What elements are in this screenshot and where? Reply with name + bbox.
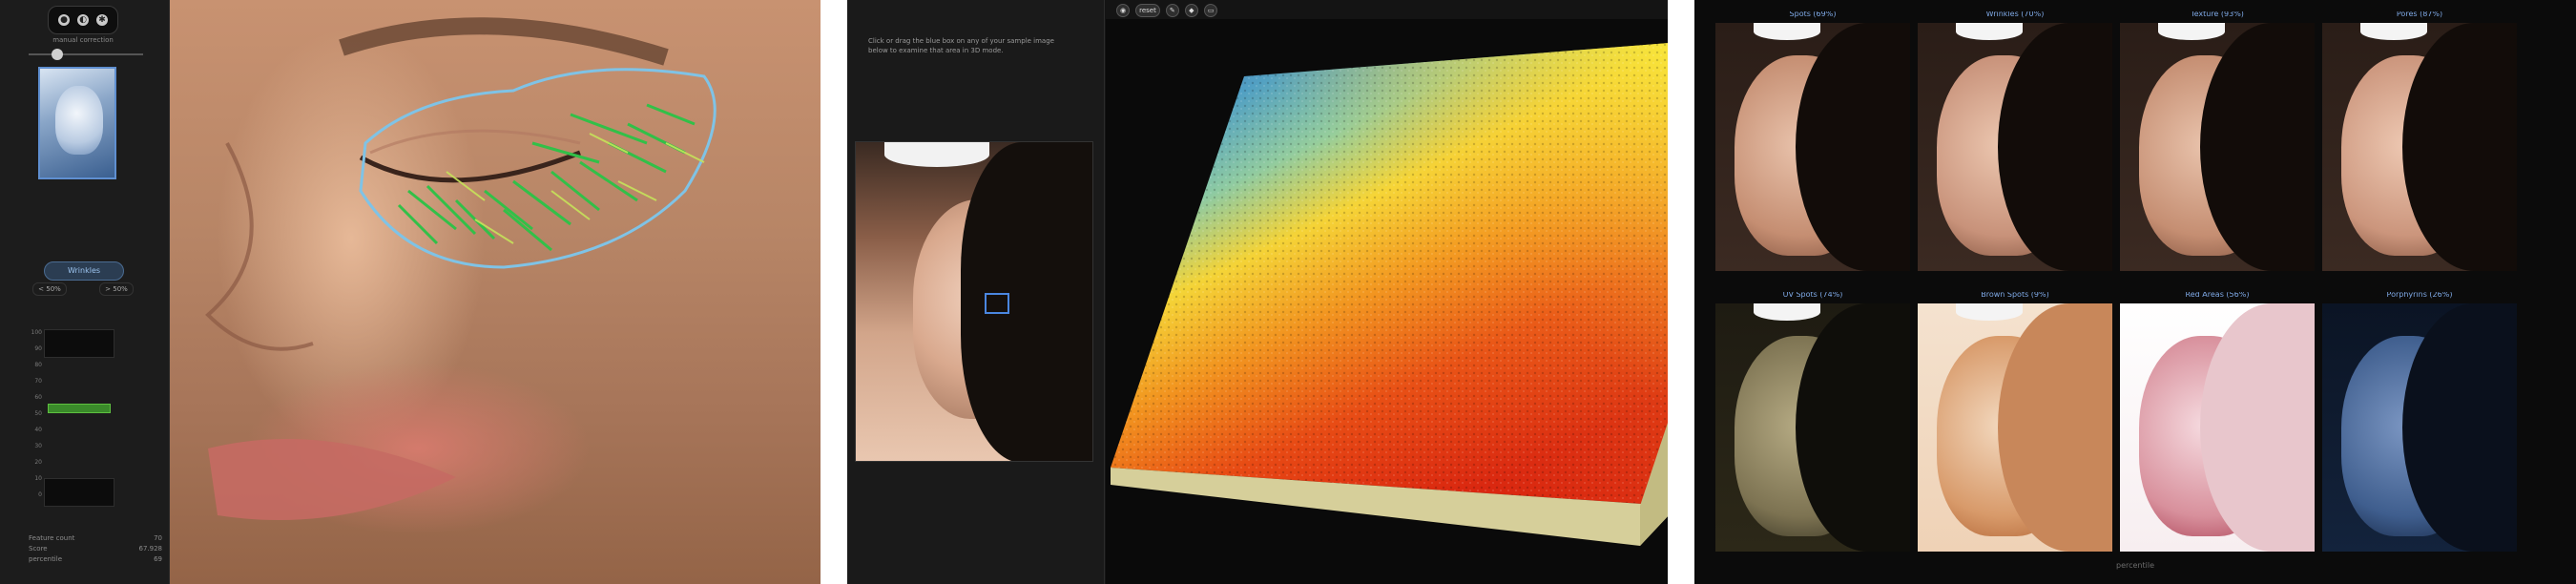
- thumbnail-face: [55, 86, 103, 155]
- tile-image: [1918, 23, 2112, 271]
- wrinkle-analysis-panel: ● ◐ ✱ manual correction Wrinkles < 50% >…: [0, 0, 821, 584]
- axis-tick: 60: [34, 394, 42, 401]
- axis-tick: 90: [34, 345, 42, 352]
- range-high-button[interactable]: > 50%: [99, 282, 134, 296]
- wrinkle-marks: [397, 103, 696, 252]
- surface-texture: [1111, 43, 1668, 506]
- sample-face-image[interactable]: [855, 141, 1093, 462]
- reset-button[interactable]: reset: [1135, 4, 1160, 17]
- tile-brown-spots[interactable]: Brown Spots (9%): [1918, 292, 2112, 552]
- sample-hair: [961, 142, 1092, 461]
- tile-label: Porphyrins (26%): [2386, 292, 2453, 299]
- axis-tick: 100: [31, 329, 42, 336]
- 3d-toolbar: ◉ reset ✎ ◆ ▭: [1116, 4, 1218, 17]
- tile-pores[interactable]: Pores (87%): [2322, 11, 2517, 271]
- eyelid: [369, 129, 581, 155]
- percentile-chart: [44, 329, 114, 507]
- tile-red-areas[interactable]: Red Areas (56%): [2120, 292, 2315, 552]
- axis-tick: 0: [38, 491, 42, 498]
- tile-porphyrins[interactable]: Porphyrins (26%): [2322, 292, 2517, 552]
- toolbar-label: manual correction: [52, 36, 114, 44]
- grid-footer: percentile: [2115, 561, 2154, 570]
- tile-label: Red Areas (56%): [2185, 292, 2250, 299]
- 3d-surface: [1111, 43, 1668, 546]
- contrast-icon[interactable]: ◐: [77, 14, 89, 26]
- wrinkle-overlay: [205, 17, 717, 520]
- range-low-button[interactable]: < 50%: [32, 282, 67, 296]
- roi-selection-box[interactable]: [985, 293, 1009, 314]
- tile-spots[interactable]: Spots (69%): [1715, 11, 1910, 271]
- tile-image: [1715, 303, 1910, 552]
- tile-label: Texture (93%): [2191, 11, 2244, 18]
- view-toolbar: ● ◐ ✱: [48, 6, 118, 34]
- stat-row: Score 67.928: [29, 545, 162, 555]
- percentile-axis: 100 90 80 70 60 50 40 30 20 10 0: [29, 329, 42, 507]
- tile-label: Wrinkles (70%): [1985, 11, 2045, 18]
- tile-image: [2120, 23, 2315, 271]
- fine-line-marks: [446, 133, 705, 244]
- chart-block-top: [44, 329, 114, 358]
- view-icon[interactable]: ◉: [1116, 4, 1131, 17]
- person-icon[interactable]: ●: [58, 14, 70, 26]
- analysis-grid: Spots (69%) Wrinkles (70%) Texture (93%): [1715, 11, 2555, 565]
- axis-tick: 80: [34, 362, 42, 368]
- wand-icon[interactable]: ✎: [1165, 4, 1179, 17]
- score-bar: [48, 404, 111, 413]
- zoom-slider-knob[interactable]: [52, 49, 63, 60]
- tile-image: [2322, 23, 2517, 271]
- lips: [208, 439, 456, 520]
- axis-tick: 50: [34, 410, 42, 417]
- headband: [2360, 23, 2427, 40]
- analysis-sidebar: ● ◐ ✱ manual correction Wrinkles < 50% >…: [0, 0, 170, 584]
- chart-block-bottom: [44, 478, 114, 507]
- stat-row: Feature count 70: [29, 534, 162, 545]
- palette-icon[interactable]: ◆: [1184, 4, 1198, 17]
- 3d-texture-panel: Click or drag the blue box on any of you…: [847, 0, 1668, 584]
- gear-icon[interactable]: ✱: [96, 14, 108, 26]
- sample-headband: [884, 142, 989, 167]
- axis-tick: 40: [34, 427, 42, 433]
- tile-image: [1715, 23, 1910, 271]
- headband: [1956, 23, 2023, 40]
- folder-icon[interactable]: ▭: [1203, 4, 1218, 17]
- tile-wrinkles[interactable]: Wrinkles (70%): [1918, 11, 2112, 271]
- tile-label: UV Spots (74%): [1782, 292, 1843, 299]
- axis-tick: 20: [34, 459, 42, 466]
- score-stats: Feature count 70 Score 67.928 percentile…: [29, 534, 162, 566]
- tile-label: Pores (87%): [2396, 11, 2443, 18]
- feature-selector[interactable]: Wrinkles: [44, 261, 124, 281]
- closed-eye: [359, 150, 581, 183]
- 3d-surface-view[interactable]: [1106, 19, 1668, 584]
- headband: [2158, 23, 2225, 40]
- tile-image: [1918, 303, 2112, 552]
- stat-value: 69: [154, 555, 162, 563]
- axis-tick: 70: [34, 378, 42, 385]
- stat-value: 70: [154, 534, 162, 542]
- zoom-slider[interactable]: [29, 49, 143, 60]
- headband: [1956, 303, 2023, 321]
- 3d-sidebar: Click or drag the blue box on any of you…: [847, 0, 1105, 584]
- tile-label: Spots (69%): [1789, 11, 1837, 18]
- eyebrow: [339, 17, 669, 66]
- face-closeup-image[interactable]: [170, 0, 821, 584]
- axis-tick: 30: [34, 443, 42, 449]
- tile-image: [2322, 303, 2517, 552]
- tile-texture[interactable]: Texture (93%): [2120, 11, 2315, 271]
- stat-label: Score: [29, 545, 48, 553]
- tile-image: [2120, 303, 2315, 552]
- tile-uv-spots[interactable]: UV Spots (74%): [1715, 292, 1910, 552]
- headband: [1754, 303, 1820, 321]
- skin-analysis-grid-panel: Spots (69%) Wrinkles (70%) Texture (93%): [1694, 0, 2576, 584]
- nose-contour: [205, 142, 314, 351]
- stat-label: percentile: [29, 555, 63, 563]
- stat-label: Feature count: [29, 534, 75, 542]
- axis-tick: 10: [34, 475, 42, 482]
- headband: [1754, 23, 1820, 40]
- instructions-text: Click or drag the blue box on any of you…: [868, 37, 1054, 54]
- face-thumbnail[interactable]: [38, 67, 116, 179]
- tile-label: Brown Spots (9%): [1981, 292, 2049, 299]
- stat-row: percentile 69: [29, 555, 162, 566]
- stat-value: 67.928: [138, 545, 163, 553]
